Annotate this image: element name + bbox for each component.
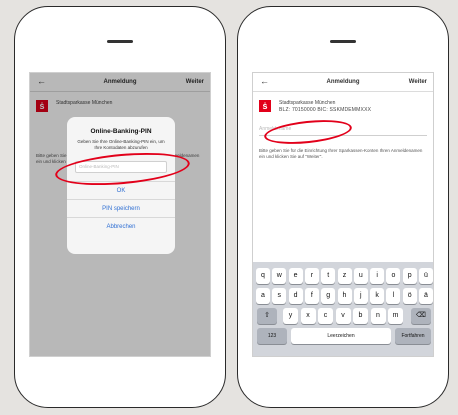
key-r2-0[interactable]: a	[256, 288, 270, 304]
bank-bic: BLZ: 70150000 BIC: SSKMDEMMXXX	[279, 107, 372, 113]
backspace-key[interactable]: ⌫	[411, 308, 431, 324]
speaker	[330, 40, 356, 43]
shift-key[interactable]: ⇧	[257, 308, 277, 324]
key-r2-10[interactable]: ä	[419, 288, 433, 304]
key-r2-1[interactable]: s	[272, 288, 287, 304]
key-r1-10[interactable]: ü	[419, 268, 433, 284]
return-key[interactable]: Fortfahren	[395, 328, 431, 344]
key-r1-2[interactable]: e	[288, 268, 303, 284]
bank-row: ṡ Stadtsparkasse München BLZ: 70150000 B…	[259, 99, 427, 119]
save-pin-button[interactable]: PIN speichern	[67, 199, 175, 218]
key-r1-6[interactable]: u	[353, 268, 368, 284]
keyboard: qwertzuiopü asdfghjklöä yxcvbnm ⇧ ⌫ 123 …	[253, 262, 433, 356]
key-r1-5[interactable]: z	[337, 268, 352, 284]
key-r1-8[interactable]: o	[386, 268, 401, 284]
speaker	[107, 40, 133, 43]
pin-dialog: Online-Banking-PIN Geben Sie Ihre Online…	[67, 117, 175, 254]
key-r2-3[interactable]: f	[304, 288, 319, 304]
dialog-message: Geben Sie Ihre Online-Banking-PIN ein, u…	[77, 139, 165, 150]
screen-right: ← Anmeldung Weiter ṡ Stadtsparkasse Münc…	[252, 72, 434, 357]
space-key[interactable]: Leerzeichen	[291, 328, 391, 344]
bank-name: Stadtsparkasse München	[279, 100, 336, 106]
nav-bar: ← Anmeldung Weiter	[253, 73, 433, 92]
phone-right: ← Anmeldung Weiter ṡ Stadtsparkasse Münc…	[237, 6, 449, 408]
key-r2-5[interactable]: h	[337, 288, 352, 304]
key-r3-5[interactable]: n	[370, 308, 386, 324]
key-r1-7[interactable]: i	[370, 268, 385, 284]
key-r2-2[interactable]: d	[288, 288, 303, 304]
phone-left: ← Anmeldung Weiter ṡ Stadtsparkasse Münc…	[14, 6, 226, 408]
key-r2-4[interactable]: g	[321, 288, 336, 304]
nav-title: Anmeldung	[326, 79, 360, 85]
key-r2-6[interactable]: j	[353, 288, 368, 304]
key-r1-4[interactable]: t	[321, 268, 336, 284]
key-r1-1[interactable]: w	[272, 268, 287, 284]
key-r2-9[interactable]: ö	[402, 288, 417, 304]
key-r3-4[interactable]: b	[353, 308, 368, 324]
key-r3-2[interactable]: c	[318, 308, 333, 324]
next-button[interactable]: Weiter	[409, 79, 427, 85]
key-r3-0[interactable]: y	[283, 308, 298, 324]
key-r3-6[interactable]: m	[388, 308, 403, 324]
key-r2-7[interactable]: k	[370, 288, 385, 304]
key-r3-1[interactable]: x	[300, 308, 316, 324]
sparkasse-logo-icon: ṡ	[259, 100, 271, 112]
key-r1-9[interactable]: p	[402, 268, 417, 284]
key-r2-8[interactable]: l	[386, 288, 401, 304]
dialog-title: Online-Banking-PIN	[90, 128, 152, 135]
key-r1-3[interactable]: r	[304, 268, 319, 284]
numbers-key[interactable]: 123	[257, 328, 287, 344]
screen-left: ← Anmeldung Weiter ṡ Stadtsparkasse Münc…	[29, 72, 211, 357]
cancel-button[interactable]: Abbrechen	[67, 217, 175, 236]
hint-text: Bitte geben Sie für die Einrichtung Ihre…	[259, 148, 423, 159]
key-r1-0[interactable]: q	[256, 268, 270, 284]
key-r3-3[interactable]: v	[335, 308, 351, 324]
